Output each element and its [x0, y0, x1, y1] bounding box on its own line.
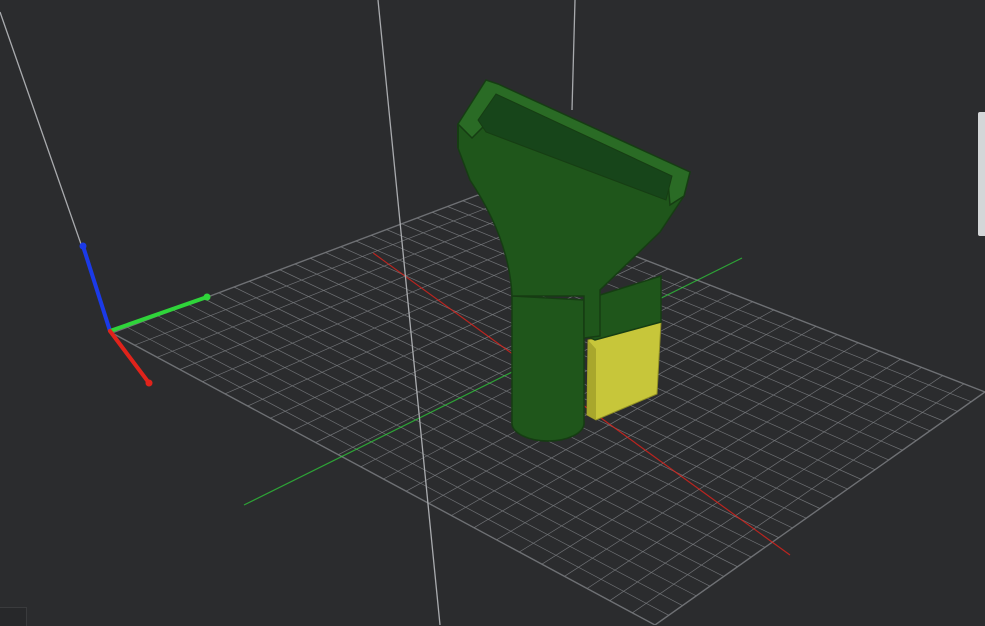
corner-widget[interactable]: [0, 607, 27, 626]
arrow-x-icon[interactable]: [145, 379, 153, 387]
3d-viewport[interactable]: [0, 0, 985, 625]
grid-line: [416, 217, 931, 432]
frame-edge-line: [571, 0, 576, 111]
frame-edge-line: [377, 0, 441, 625]
grid-line: [609, 375, 943, 601]
model-highlighted-edge: [587, 340, 596, 420]
arrow-z-icon[interactable]: [79, 242, 87, 250]
z-axis-arm[interactable]: [81, 244, 112, 333]
3d-model[interactable]: [457, 79, 691, 442]
grid-line: [632, 383, 965, 614]
x-axis-arm[interactable]: [108, 329, 151, 385]
viewport-scene[interactable]: [0, 0, 985, 625]
y-axis-arm[interactable]: [108, 295, 209, 333]
arrow-y-icon[interactable]: [203, 293, 211, 301]
grid-line: [654, 391, 985, 625]
model-neck: [511, 295, 585, 442]
side-panel-toggle[interactable]: [978, 112, 985, 236]
